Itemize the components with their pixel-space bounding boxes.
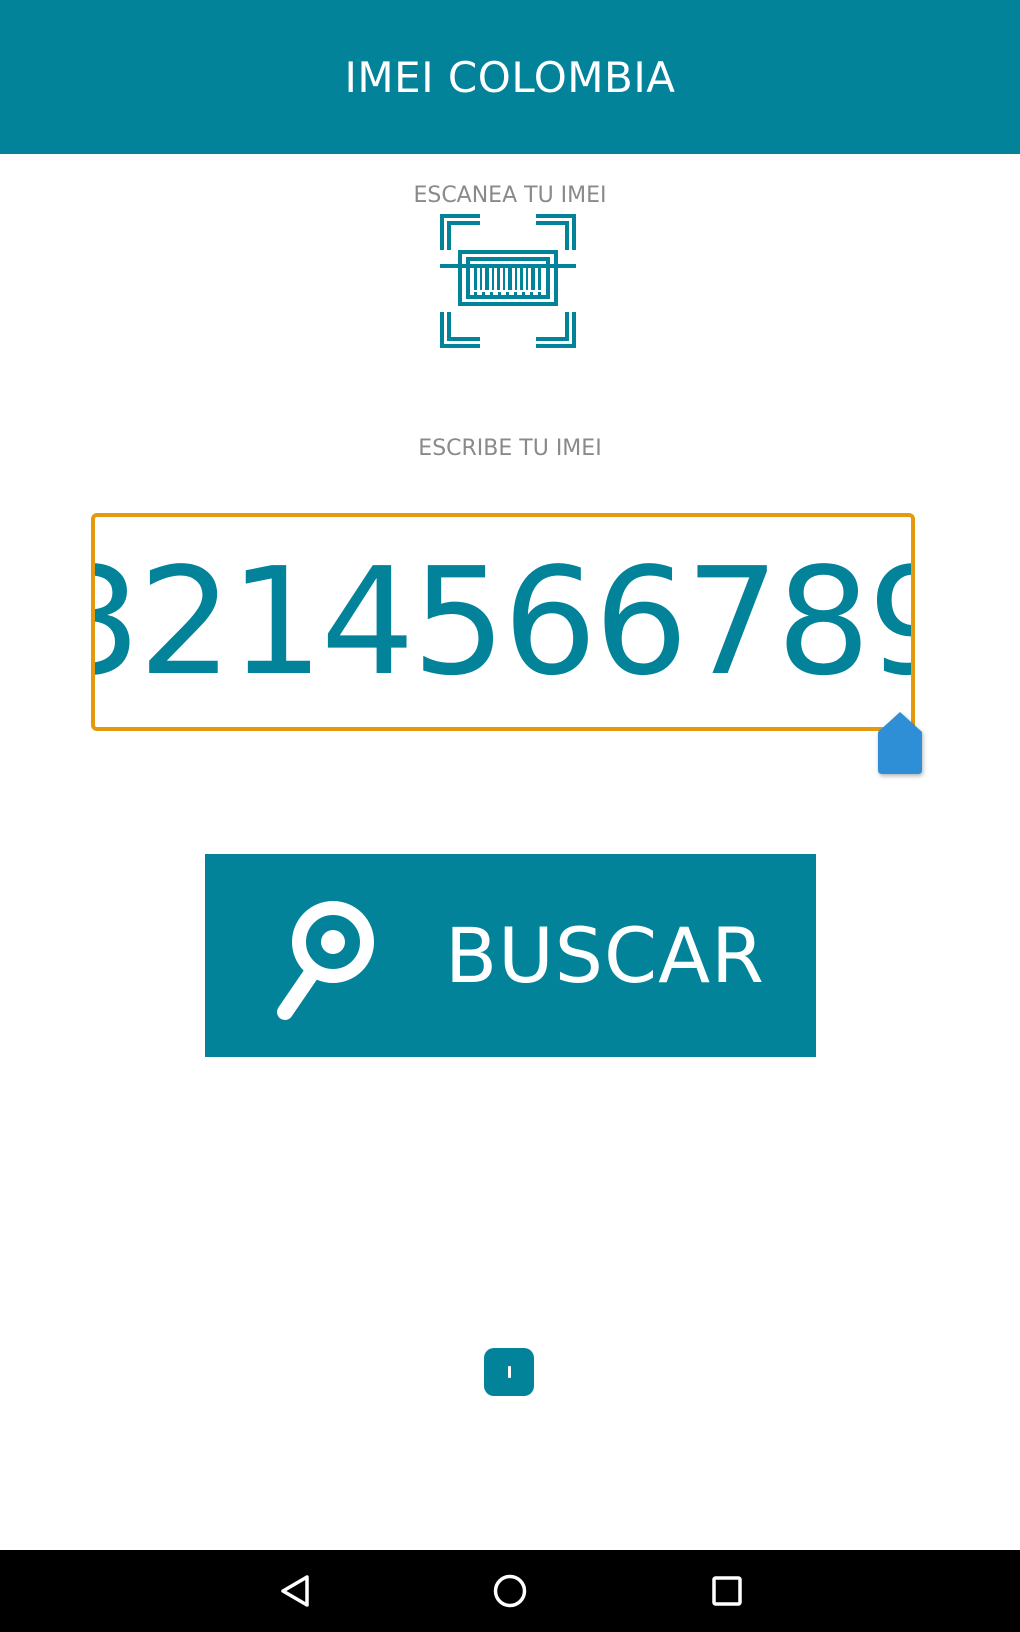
search-button[interactable]: BUSCAR [205, 854, 816, 1057]
nav-recent-button[interactable] [677, 1550, 777, 1632]
system-nav-bar [0, 1550, 1020, 1632]
magnifier-icon [275, 900, 375, 1022]
info-icon [507, 1366, 511, 1378]
cursor-handle-icon [878, 712, 922, 774]
imei-input-value: 3214566789 [91, 536, 915, 708]
back-triangle-icon [281, 1575, 309, 1607]
recent-square-icon [712, 1576, 742, 1606]
nav-back-button[interactable] [245, 1550, 345, 1632]
scan-label: ESCANEA TU IMEI [413, 183, 607, 208]
nav-home-button[interactable] [460, 1550, 560, 1632]
barcode-scan-icon [440, 214, 576, 348]
app-bar: IMEI COLOMBIA [0, 0, 1020, 154]
info-button[interactable] [484, 1348, 534, 1396]
write-imei-label: ESCRIBE TU IMEI [418, 436, 602, 461]
home-circle-icon [493, 1574, 527, 1608]
imei-colombia-screen: IMEI COLOMBIA ESCANEA TU IMEI ESCRIBE TU… [0, 0, 1020, 1632]
app-title: IMEI COLOMBIA [344, 52, 676, 102]
barcode-scan-button[interactable] [440, 214, 576, 348]
imei-input[interactable]: 3214566789 [91, 513, 915, 731]
search-button-label: BUSCAR [445, 911, 765, 1000]
text-cursor-handle[interactable] [878, 712, 922, 774]
